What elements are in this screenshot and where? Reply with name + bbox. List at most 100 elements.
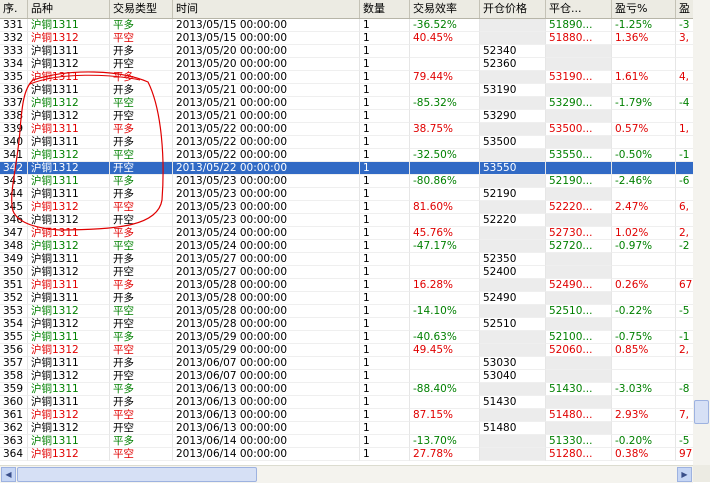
horizontal-scrollbar[interactable]: ◀ ▶ bbox=[0, 465, 693, 483]
cell-pnl: -0.97% bbox=[612, 240, 676, 253]
cell-close: 51480... bbox=[546, 409, 612, 422]
column-header[interactable]: 品种 bbox=[28, 0, 110, 18]
cell-inst: 沪铜1312 bbox=[28, 305, 110, 318]
table-row[interactable]: 340 沪铜1311 开多 2013/05/22 00:00:00 1 53500 bbox=[0, 136, 693, 149]
cell-open bbox=[480, 383, 546, 396]
table-row[interactable]: 348 沪铜1312 平空 2013/05/24 00:00:00 1 -47.17% 52… bbox=[0, 240, 693, 253]
table-row[interactable]: 334 沪铜1312 开空 2013/05/20 00:00:00 1 52360 bbox=[0, 58, 693, 71]
table-row[interactable]: 333 沪铜1311 开多 2013/05/20 00:00:00 1 52340 bbox=[0, 45, 693, 58]
table-row[interactable]: 356 沪铜1312 平空 2013/05/29 00:00:00 1 49.45% 520… bbox=[0, 344, 693, 357]
table-row[interactable]: 342 沪铜1312 开空 2013/05/22 00:00:00 1 53550 bbox=[0, 162, 693, 175]
table-row[interactable]: 341 沪铜1312 平空 2013/05/22 00:00:00 1 -32.50% 53… bbox=[0, 149, 693, 162]
cell-close bbox=[546, 84, 612, 97]
table-row[interactable]: 351 沪铜1311 平多 2013/05/28 00:00:00 1 16.28% 524… bbox=[0, 279, 693, 292]
cell-open bbox=[480, 409, 546, 422]
table-row[interactable]: 358 沪铜1312 开空 2013/06/07 00:00:00 1 53040 bbox=[0, 370, 693, 383]
cell-eff bbox=[410, 214, 480, 227]
table-row[interactable]: 360 沪铜1311 开多 2013/06/13 00:00:00 1 51430 bbox=[0, 396, 693, 409]
cell-open bbox=[480, 279, 546, 292]
cell-time: 2013/05/24 00:00:00 bbox=[173, 240, 360, 253]
cell-inst: 沪铜1312 bbox=[28, 318, 110, 331]
table-row[interactable]: 332 沪铜1312 平空 2013/05/15 00:00:00 1 40.45% 518… bbox=[0, 32, 693, 45]
column-header[interactable]: 交易类型 bbox=[110, 0, 173, 18]
table-row[interactable]: 343 沪铜1311 平多 2013/05/23 00:00:00 1 -80.86% 52… bbox=[0, 175, 693, 188]
column-header[interactable]: 盈亏% bbox=[612, 0, 676, 18]
column-header[interactable]: 盈 bbox=[676, 0, 693, 18]
column-header[interactable]: 时间 bbox=[173, 0, 360, 18]
table-row[interactable]: 362 沪铜1312 开空 2013/06/13 00:00:00 1 51480 bbox=[0, 422, 693, 435]
cell-inst: 沪铜1312 bbox=[28, 149, 110, 162]
table-row[interactable]: 364 沪铜1312 平空 2013/06/14 00:00:00 1 27.78% 512… bbox=[0, 448, 693, 461]
cell-time: 2013/05/23 00:00:00 bbox=[173, 201, 360, 214]
scroll-right-icon[interactable]: ▶ bbox=[677, 467, 692, 482]
cell-open: 53190 bbox=[480, 84, 546, 97]
table-row[interactable]: 339 沪铜1311 平多 2013/05/22 00:00:00 1 38.75% 535… bbox=[0, 123, 693, 136]
cell-seq: 361 bbox=[0, 409, 28, 422]
cell-type: 开空 bbox=[110, 162, 173, 175]
cell-time: 2013/05/15 00:00:00 bbox=[173, 19, 360, 32]
cell-time: 2013/05/21 00:00:00 bbox=[173, 110, 360, 123]
cell-seq: 337 bbox=[0, 97, 28, 110]
table-row[interactable]: 353 沪铜1312 平空 2013/05/28 00:00:00 1 -14.10% 52… bbox=[0, 305, 693, 318]
table-row[interactable]: 346 沪铜1312 开空 2013/05/23 00:00:00 1 52220 bbox=[0, 214, 693, 227]
table-row[interactable]: 352 沪铜1311 开多 2013/05/28 00:00:00 1 52490 bbox=[0, 292, 693, 305]
cell-seq: 350 bbox=[0, 266, 28, 279]
cell-seq: 335 bbox=[0, 71, 28, 84]
table-row[interactable]: 359 沪铜1311 平多 2013/06/13 00:00:00 1 -88.40% 51… bbox=[0, 383, 693, 396]
scroll-left-icon[interactable]: ◀ bbox=[1, 467, 16, 482]
vertical-scroll-thumb[interactable] bbox=[694, 400, 709, 424]
column-header[interactable]: 序. bbox=[0, 0, 28, 18]
cell-inst: 沪铜1312 bbox=[28, 448, 110, 461]
cell-pnl bbox=[612, 214, 676, 227]
cell-extra: -2 bbox=[676, 240, 693, 253]
cell-qty: 1 bbox=[360, 149, 410, 162]
cell-inst: 沪铜1311 bbox=[28, 396, 110, 409]
table-row[interactable]: 349 沪铜1311 开多 2013/05/27 00:00:00 1 52350 bbox=[0, 253, 693, 266]
cell-time: 2013/05/22 00:00:00 bbox=[173, 162, 360, 175]
horizontal-scroll-thumb[interactable] bbox=[17, 467, 257, 482]
cell-extra bbox=[676, 266, 693, 279]
cell-qty: 1 bbox=[360, 136, 410, 149]
cell-inst: 沪铜1312 bbox=[28, 370, 110, 383]
cell-seq: 331 bbox=[0, 19, 28, 32]
cell-time: 2013/05/23 00:00:00 bbox=[173, 188, 360, 201]
table-row[interactable]: 337 沪铜1312 平空 2013/05/21 00:00:00 1 -85.32% 53… bbox=[0, 97, 693, 110]
table-row[interactable]: 350 沪铜1312 开空 2013/05/27 00:00:00 1 52400 bbox=[0, 266, 693, 279]
table-row[interactable]: 357 沪铜1311 开多 2013/06/07 00:00:00 1 53030 bbox=[0, 357, 693, 370]
table-row[interactable]: 363 沪铜1311 平多 2013/06/14 00:00:00 1 -13.70% 51… bbox=[0, 435, 693, 448]
cell-extra: 97 bbox=[676, 448, 693, 461]
table-row[interactable]: 335 沪铜1311 平多 2013/05/21 00:00:00 1 79.44% 531… bbox=[0, 71, 693, 84]
cell-time: 2013/05/21 00:00:00 bbox=[173, 71, 360, 84]
cell-time: 2013/05/20 00:00:00 bbox=[173, 58, 360, 71]
cell-pnl: 2.47% bbox=[612, 201, 676, 214]
cell-eff bbox=[410, 110, 480, 123]
table-row[interactable]: 361 沪铜1312 平空 2013/06/13 00:00:00 1 87.15% 514… bbox=[0, 409, 693, 422]
table-row[interactable]: 345 沪铜1312 平空 2013/05/23 00:00:00 1 81.60% 522… bbox=[0, 201, 693, 214]
table-row[interactable]: 336 沪铜1311 开多 2013/05/21 00:00:00 1 53190 bbox=[0, 84, 693, 97]
column-header[interactable]: 平仓... bbox=[546, 0, 612, 18]
cell-close bbox=[546, 214, 612, 227]
column-header[interactable]: 交易效率 bbox=[410, 0, 480, 18]
cell-eff bbox=[410, 292, 480, 305]
cell-eff bbox=[410, 266, 480, 279]
table-row[interactable]: 355 沪铜1311 平多 2013/05/29 00:00:00 1 -40.63% 52… bbox=[0, 331, 693, 344]
table-row[interactable]: 354 沪铜1312 开空 2013/05/28 00:00:00 1 52510 bbox=[0, 318, 693, 331]
cell-extra: -6 bbox=[676, 175, 693, 188]
cell-close: 53500... bbox=[546, 123, 612, 136]
cell-qty: 1 bbox=[360, 396, 410, 409]
cell-inst: 沪铜1311 bbox=[28, 19, 110, 32]
table-row[interactable]: 331 沪铜1311 平多 2013/05/15 00:00:00 1 -36.52% 51… bbox=[0, 19, 693, 32]
column-header[interactable]: 开仓价格 bbox=[480, 0, 546, 18]
cell-inst: 沪铜1312 bbox=[28, 97, 110, 110]
cell-open bbox=[480, 175, 546, 188]
column-header[interactable]: 数量 bbox=[360, 0, 410, 18]
table-row[interactable]: 338 沪铜1312 开空 2013/05/21 00:00:00 1 53290 bbox=[0, 110, 693, 123]
cell-inst: 沪铜1311 bbox=[28, 435, 110, 448]
table-row[interactable]: 344 沪铜1311 开多 2013/05/23 00:00:00 1 52190 bbox=[0, 188, 693, 201]
cell-pnl: -1.79% bbox=[612, 97, 676, 110]
cell-type: 开多 bbox=[110, 84, 173, 97]
cell-time: 2013/06/13 00:00:00 bbox=[173, 383, 360, 396]
vertical-scrollbar[interactable] bbox=[693, 0, 710, 465]
cell-type: 平空 bbox=[110, 201, 173, 214]
table-row[interactable]: 347 沪铜1311 平多 2013/05/24 00:00:00 1 45.76% 527… bbox=[0, 227, 693, 240]
